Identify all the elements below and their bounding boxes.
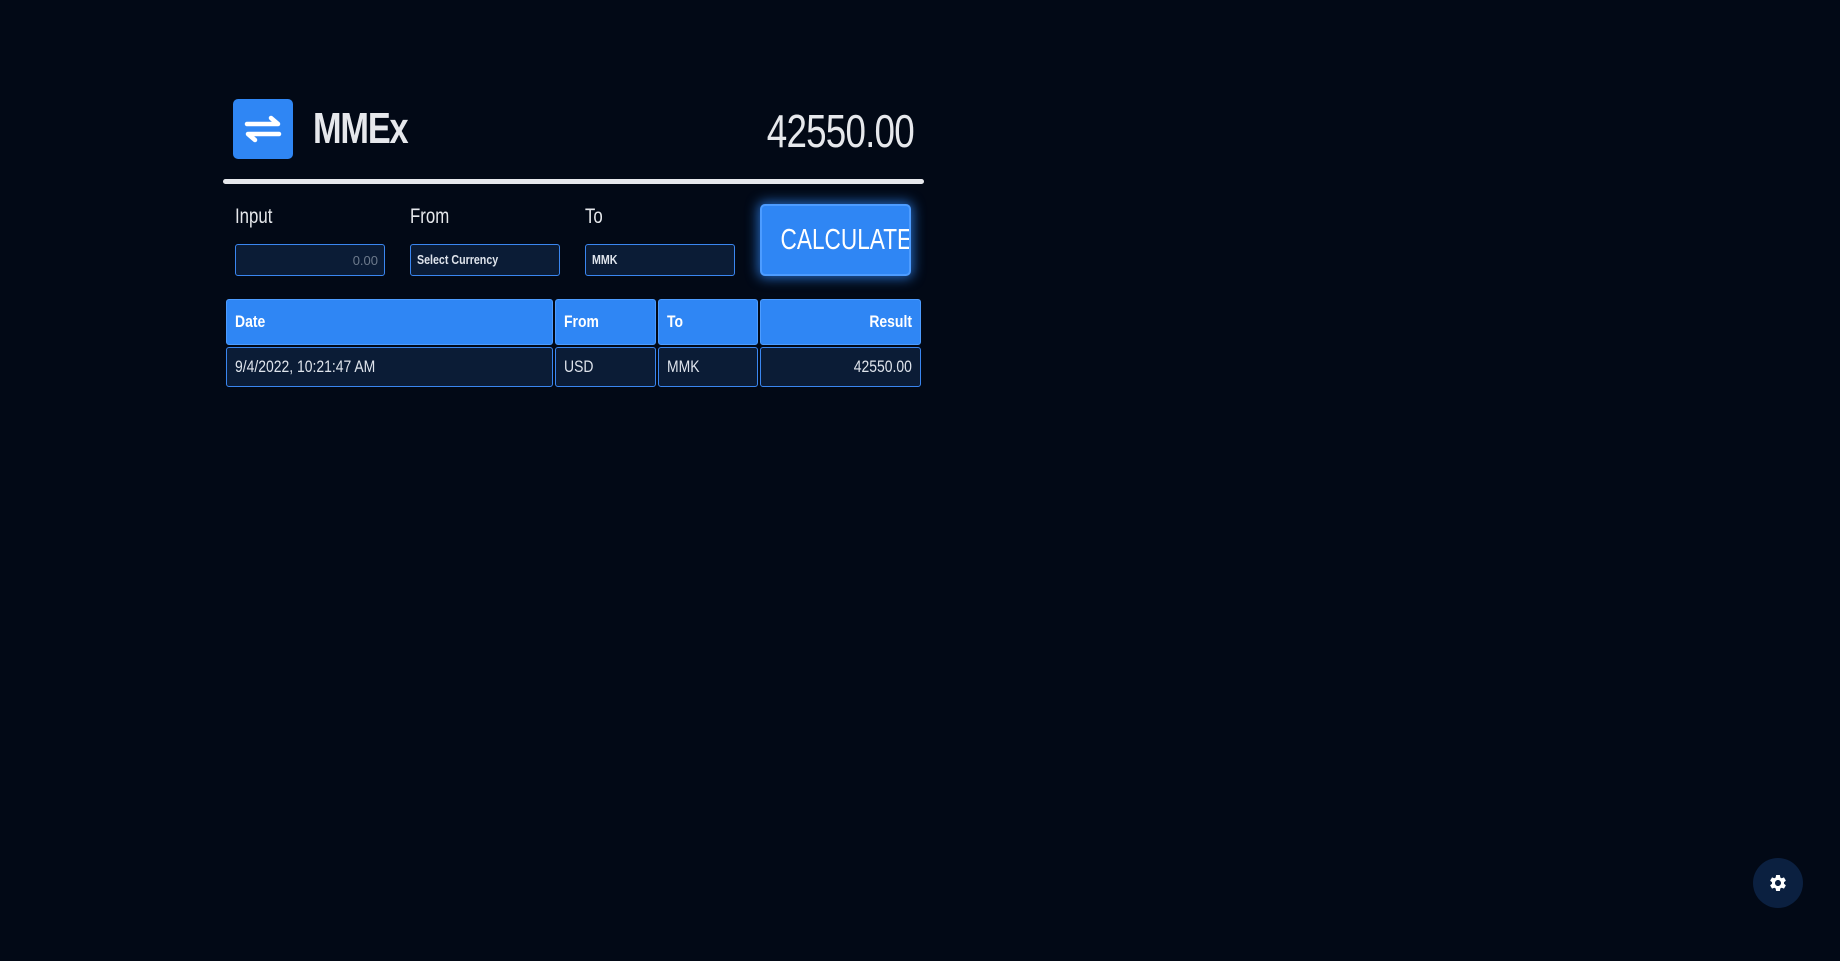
row-from: USD — [554, 347, 657, 387]
app-title: MMEx — [313, 104, 409, 153]
table-row: 9/4/2022, 10:21:47 AM USD MMK 42550.00 — [226, 347, 921, 387]
calculate-button[interactable]: CALCULATE — [760, 204, 911, 276]
to-field-group: To MMK — [585, 204, 735, 276]
history-header-row: Date From To Result — [226, 299, 921, 345]
column-header-from: From — [554, 299, 657, 345]
amount-input[interactable] — [235, 244, 385, 276]
gear-icon — [1770, 875, 1786, 891]
input-field-group: Input — [235, 204, 385, 276]
settings-button[interactable] — [1753, 858, 1803, 908]
app-header: MMEx 42550.00 — [223, 96, 924, 184]
to-currency-select[interactable]: MMK — [585, 244, 735, 276]
calculate-button-label: CALCULATE — [780, 223, 911, 256]
row-result: 42550.00 — [759, 347, 921, 387]
swap-arrows-icon — [233, 99, 293, 159]
from-currency-select[interactable]: Select Currency — [410, 244, 560, 276]
column-header-to: To — [658, 299, 758, 345]
history-table: Date From To Result 9/4/2022, 10:21:47 A… — [224, 297, 923, 389]
row-to: MMK — [658, 347, 758, 387]
to-currency-value: MMK — [592, 252, 618, 267]
currency-converter-app: MMEx 42550.00 Input From Select Currency… — [223, 96, 924, 387]
column-header-result: Result — [759, 299, 921, 345]
total-result: 42550.00 — [766, 105, 915, 157]
to-label: To — [585, 205, 603, 228]
column-header-date: Date — [226, 299, 553, 345]
from-label: From — [410, 205, 450, 228]
from-currency-value: Select Currency — [417, 252, 499, 267]
input-label: Input — [235, 205, 273, 228]
from-field-group: From Select Currency — [410, 204, 560, 276]
header-divider — [223, 179, 924, 184]
row-date: 9/4/2022, 10:21:47 AM — [226, 347, 553, 387]
